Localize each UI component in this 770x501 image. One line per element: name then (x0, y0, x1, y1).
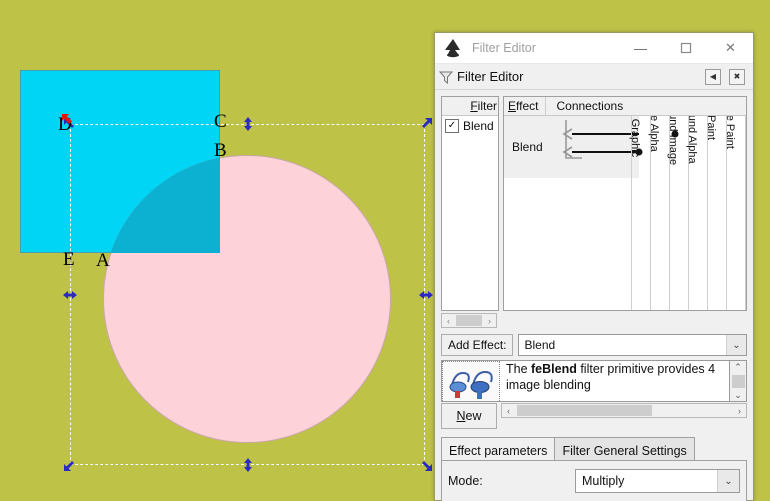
filter-list-item[interactable]: ✓ Blend (442, 116, 498, 133)
desc-bold: feBlend (531, 362, 577, 376)
column-stroke-paint[interactable]: Stroke Paint (724, 116, 746, 310)
close-button[interactable]: ✕ (708, 33, 753, 64)
screen: D C B E A Filter Editor — ✕ Filter Edito… (0, 0, 770, 501)
tab-effect-parameters[interactable]: Effect parameters (441, 437, 556, 460)
vscroll-down-arrow[interactable]: ⌄ (734, 389, 742, 401)
funnel-icon (438, 69, 454, 85)
column-label: Source Graphic (629, 116, 641, 158)
connections-column-header[interactable]: Connections (545, 97, 623, 116)
column-label: Source Alpha (648, 116, 660, 152)
hscroll-left-arrow[interactable]: ‹ (442, 316, 455, 326)
add-effect-row: Add Effect: Blend ⌄ (441, 334, 747, 356)
add-effect-combo[interactable]: Blend ⌄ (518, 334, 747, 356)
window-controls: — ✕ (618, 33, 753, 64)
desc-part1: The (506, 362, 532, 376)
hscroll-thumb[interactable] (517, 405, 653, 416)
handle-se[interactable] (418, 457, 434, 473)
mode-row: Mode: Multiply ⌄ (448, 469, 740, 493)
point-label-a: A (96, 250, 110, 271)
effect-description-box: The feBlend filter primitive provides 4 … (441, 360, 730, 402)
hscroll-right-arrow[interactable]: › (483, 316, 496, 326)
dock-body: FFilterilter ✓ Blend Effect Connections (435, 91, 753, 501)
vscroll-thumb[interactable] (731, 374, 745, 388)
chevron-down-icon[interactable]: ⌄ (717, 470, 739, 492)
effect-graph-panel[interactable]: Effect Connections Blend Source Graphic … (503, 96, 747, 311)
column-label: Stroke Paint (724, 116, 736, 149)
handle-sw[interactable] (62, 457, 78, 473)
mode-combo[interactable]: Multiply ⌄ (575, 469, 740, 493)
hscroll-right-arrow[interactable]: › (733, 406, 746, 416)
description-hscrollbar[interactable]: ‹ › (501, 403, 747, 418)
hscroll-thumb[interactable] (456, 315, 482, 326)
feblend-preview-icon (442, 361, 500, 401)
dock-close-button[interactable]: ✖ (729, 68, 745, 85)
column-label: Background Alpha (686, 116, 698, 164)
effect-graph-area[interactable]: Blend Source Graphic Source Alpha Backgr… (504, 116, 746, 310)
effect-parameters-panel: Mode: Multiply ⌄ (441, 461, 747, 501)
column-label: Background Image (667, 116, 679, 166)
tab-filter-general-settings[interactable]: Filter General Settings (554, 437, 695, 460)
dock-header: Filter Editor ◀ ✖ (435, 64, 753, 90)
point-label-e: E (63, 249, 75, 270)
filter-item-label: Blend (463, 119, 494, 133)
vscroll-up-arrow[interactable]: ⌃ (734, 361, 742, 373)
column-label: Fill Paint (705, 116, 717, 141)
point-label-c: C (214, 111, 227, 132)
handle-ne[interactable] (418, 116, 434, 132)
chevron-down-icon[interactable]: ⌄ (726, 335, 746, 355)
red-arrow-cursor-icon (60, 113, 76, 129)
handle-n[interactable] (240, 116, 256, 132)
handle-s[interactable] (240, 457, 256, 473)
add-effect-value: Blend (524, 338, 556, 352)
description-vscrollbar[interactable]: ⌃ ⌄ (730, 360, 747, 402)
selection-rectangle[interactable] (70, 124, 425, 465)
filter-editor-window: Filter Editor — ✕ Filter Editor ◀ ✖ Filt… (434, 32, 754, 501)
effect-graph-header: Effect Connections (504, 97, 746, 116)
handle-e[interactable] (418, 287, 434, 303)
minimize-button[interactable]: — (618, 33, 663, 64)
add-effect-button[interactable]: Add Effect: (441, 334, 514, 356)
filter-list-panel[interactable]: FFilterilter ✓ Blend (441, 96, 499, 311)
mode-value: Multiply (582, 474, 625, 488)
handle-w[interactable] (62, 287, 78, 303)
dock-collapse-button[interactable]: ◀ (705, 68, 721, 85)
source-columns: Source Graphic Source Alpha Background I… (629, 116, 746, 310)
hscroll-left-arrow[interactable]: ‹ (502, 406, 515, 416)
dock-title: Filter Editor (457, 69, 524, 84)
window-titlebar[interactable]: Filter Editor — ✕ (435, 33, 753, 64)
new-filter-button[interactable]: New (441, 403, 497, 429)
column-background-alpha[interactable]: Background Alpha (686, 116, 707, 310)
effect-description-text: The feBlend filter primitive provides 4 … (500, 361, 729, 401)
effect-node-blend[interactable]: Blend (504, 116, 639, 178)
mode-label: Mode: (448, 474, 483, 488)
effect-column-header[interactable]: Effect (504, 99, 538, 113)
filter-list-header[interactable]: FFilterilter (442, 97, 498, 116)
parameter-tabs: Effect parameters Filter General Setting… (441, 437, 747, 461)
filter-list-hscrollbar[interactable]: ‹ › (441, 313, 497, 328)
filter-enabled-checkbox[interactable]: ✓ (445, 119, 459, 133)
inkscape-logo-icon (442, 38, 464, 58)
maximize-button[interactable] (663, 33, 708, 64)
effect-description-wrap: The feBlend filter primitive provides 4 … (441, 360, 747, 402)
point-label-b: B (214, 140, 227, 161)
list-toolbar-row: New ‹ › (441, 403, 747, 429)
window-title: Filter Editor (472, 41, 536, 55)
